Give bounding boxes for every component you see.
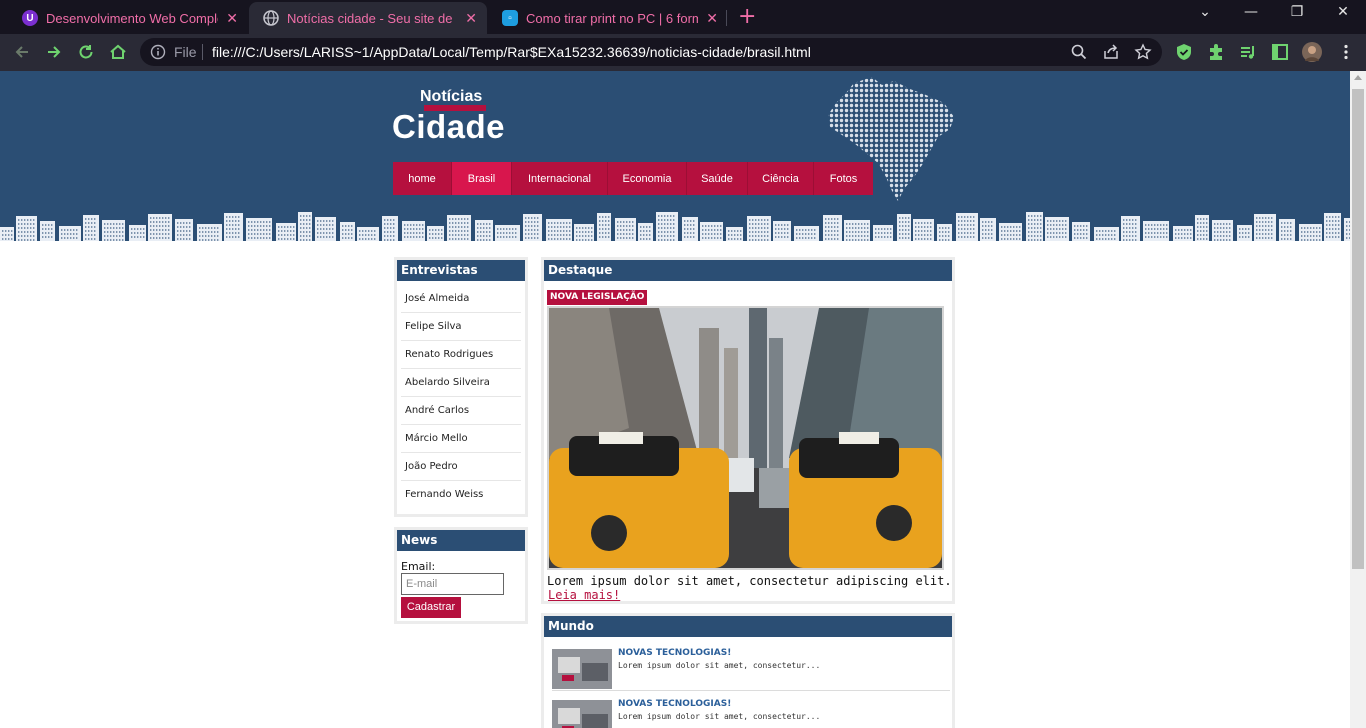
profile-avatar[interactable] xyxy=(1302,42,1322,62)
world-news-item[interactable]: NOVAS TECNOLOGIAS! Lorem ipsum dolor sit… xyxy=(552,643,950,691)
interview-item[interactable]: Márcio Mello xyxy=(401,425,521,453)
purple-shield-icon: U xyxy=(22,10,38,26)
close-tab-icon[interactable]: ✕ xyxy=(706,10,718,27)
scheme-label: File xyxy=(174,44,197,60)
world-news-item[interactable]: NOVAS TECNOLOGIAS! Lorem ipsum dolor sit… xyxy=(552,694,950,728)
subscribe-button[interactable]: Cadastrar xyxy=(401,597,461,618)
interview-item[interactable]: José Almeida xyxy=(401,285,521,313)
close-tab-icon[interactable]: ✕ xyxy=(226,10,238,27)
minimize-icon[interactable]: — xyxy=(1241,4,1261,20)
interviews-panel: Entrevistas José Almeida Felipe Silva Re… xyxy=(394,257,528,517)
tab-como-tirar-print[interactable]: ▫ Como tirar print no PC | 6 formas ✕ xyxy=(488,2,728,34)
menu-item-fotos[interactable]: Fotos xyxy=(814,162,873,195)
globe-icon xyxy=(263,10,279,26)
close-tab-icon[interactable]: ✕ xyxy=(465,10,477,27)
shield-check-icon[interactable] xyxy=(1174,42,1194,62)
read-more-link[interactable]: Leia mais! xyxy=(548,588,620,602)
home-icon[interactable] xyxy=(106,40,130,64)
interviews-list: José Almeida Felipe Silva Renato Rodrigu… xyxy=(397,281,525,509)
news-headline[interactable]: NOVAS TECNOLOGIAS! xyxy=(618,699,731,709)
menu-item-home[interactable]: home xyxy=(393,162,452,195)
back-icon[interactable] xyxy=(10,40,34,64)
highlight-panel: Destaque NOVA LEGISLAÇÃO Lorem ipsum dol… xyxy=(541,257,955,604)
menu-item-economia[interactable]: Economia xyxy=(608,162,687,195)
interview-item[interactable]: João Pedro xyxy=(401,453,521,481)
interviews-title: Entrevistas xyxy=(397,260,525,281)
interview-item[interactable]: André Carlos xyxy=(401,397,521,425)
restore-icon[interactable]: ❐ xyxy=(1287,4,1307,20)
tab-noticias-cidade[interactable]: Notícias cidade - Seu site de notícias ✕ xyxy=(249,2,487,34)
main-menu: home Brasil Internacional Economia Saúde… xyxy=(393,162,873,195)
world-title: Mundo xyxy=(544,616,952,637)
info-icon[interactable] xyxy=(150,44,166,60)
browser-toolbar: File file:///C:/Users/LARISS~1/AppData/L… xyxy=(0,34,1366,71)
address-divider xyxy=(202,44,203,60)
page-viewport: Notícias Cidade home Brasil Internaciona… xyxy=(0,71,1350,728)
email-field[interactable] xyxy=(401,573,504,595)
world-panel: Mundo NOVAS TECNOLOGIAS! Lorem ipsum dol… xyxy=(541,613,955,728)
page-scrollbar[interactable] xyxy=(1350,71,1366,728)
highlight-photo[interactable] xyxy=(547,306,944,570)
new-tab-button[interactable]: + xyxy=(738,4,756,30)
logo-big-text[interactable]: Cidade xyxy=(392,108,505,146)
menu-item-ciencia[interactable]: Ciência xyxy=(748,162,814,195)
scroll-up-arrow-icon[interactable] xyxy=(1354,75,1362,80)
tab-desenvolvimento-web[interactable]: U Desenvolvimento Web Completo ✕ xyxy=(8,2,248,34)
menu-item-internacional[interactable]: Internacional xyxy=(512,162,608,195)
interview-item[interactable]: Fernando Weiss xyxy=(401,481,521,509)
newsletter-panel: News Email: Cadastrar xyxy=(394,527,528,624)
tab-title: Notícias cidade - Seu site de notícias xyxy=(287,10,457,26)
tab-search-chevron-icon[interactable]: ⌄ xyxy=(1195,4,1215,20)
news-excerpt: Lorem ipsum dolor sit amet, consectetur.… xyxy=(618,661,821,670)
tab-title: Desenvolvimento Web Completo xyxy=(46,10,219,26)
url-text[interactable]: file:///C:/Users/LARISS~1/AppData/Local/… xyxy=(212,44,811,60)
category-tag: NOVA LEGISLAÇÃO xyxy=(547,290,648,305)
news-headline[interactable]: NOVAS TECNOLOGIAS! xyxy=(618,648,731,658)
tab-separator xyxy=(726,10,727,26)
menu-item-brasil[interactable]: Brasil xyxy=(452,162,512,195)
news-thumbnail[interactable] xyxy=(552,700,612,728)
news-excerpt: Lorem ipsum dolor sit amet, consectetur.… xyxy=(618,712,821,721)
news-thumbnail[interactable] xyxy=(552,649,612,689)
logo-small-text[interactable]: Notícias xyxy=(420,88,482,106)
browser-tab-strip: U Desenvolvimento Web Completo ✕ Notícia… xyxy=(0,0,1366,34)
blue-square-icon: ▫ xyxy=(502,10,518,26)
interview-item[interactable]: Renato Rodrigues xyxy=(401,341,521,369)
city-skyline-decoration xyxy=(0,212,1350,243)
side-panel-icon[interactable] xyxy=(1270,42,1290,62)
highlight-title: Destaque xyxy=(544,260,952,281)
extensions-puzzle-icon[interactable] xyxy=(1206,42,1226,62)
address-bar[interactable]: File file:///C:/Users/LARISS~1/AppData/L… xyxy=(140,38,1162,66)
site-header: Notícias Cidade home Brasil Internaciona… xyxy=(0,71,1350,243)
interview-item[interactable]: Felipe Silva xyxy=(401,313,521,341)
forward-icon[interactable] xyxy=(42,40,66,64)
zoom-search-icon[interactable] xyxy=(1070,43,1088,61)
close-window-icon[interactable]: ✕ xyxy=(1333,4,1353,20)
email-label: Email: xyxy=(401,560,436,573)
interview-item[interactable]: Abelardo Silveira xyxy=(401,369,521,397)
highlight-summary: Lorem ipsum dolor sit amet, consectetur … xyxy=(547,574,952,588)
reload-icon[interactable] xyxy=(74,40,98,64)
more-menu-icon[interactable] xyxy=(1336,42,1356,62)
bookmark-star-icon[interactable] xyxy=(1134,43,1152,61)
tab-title: Como tirar print no PC | 6 formas xyxy=(526,10,699,26)
menu-item-saude[interactable]: Saúde xyxy=(687,162,748,195)
news-title: News xyxy=(397,530,525,551)
scroll-thumb[interactable] xyxy=(1352,89,1364,569)
media-playlist-icon[interactable] xyxy=(1238,42,1258,62)
share-icon[interactable] xyxy=(1102,43,1120,61)
